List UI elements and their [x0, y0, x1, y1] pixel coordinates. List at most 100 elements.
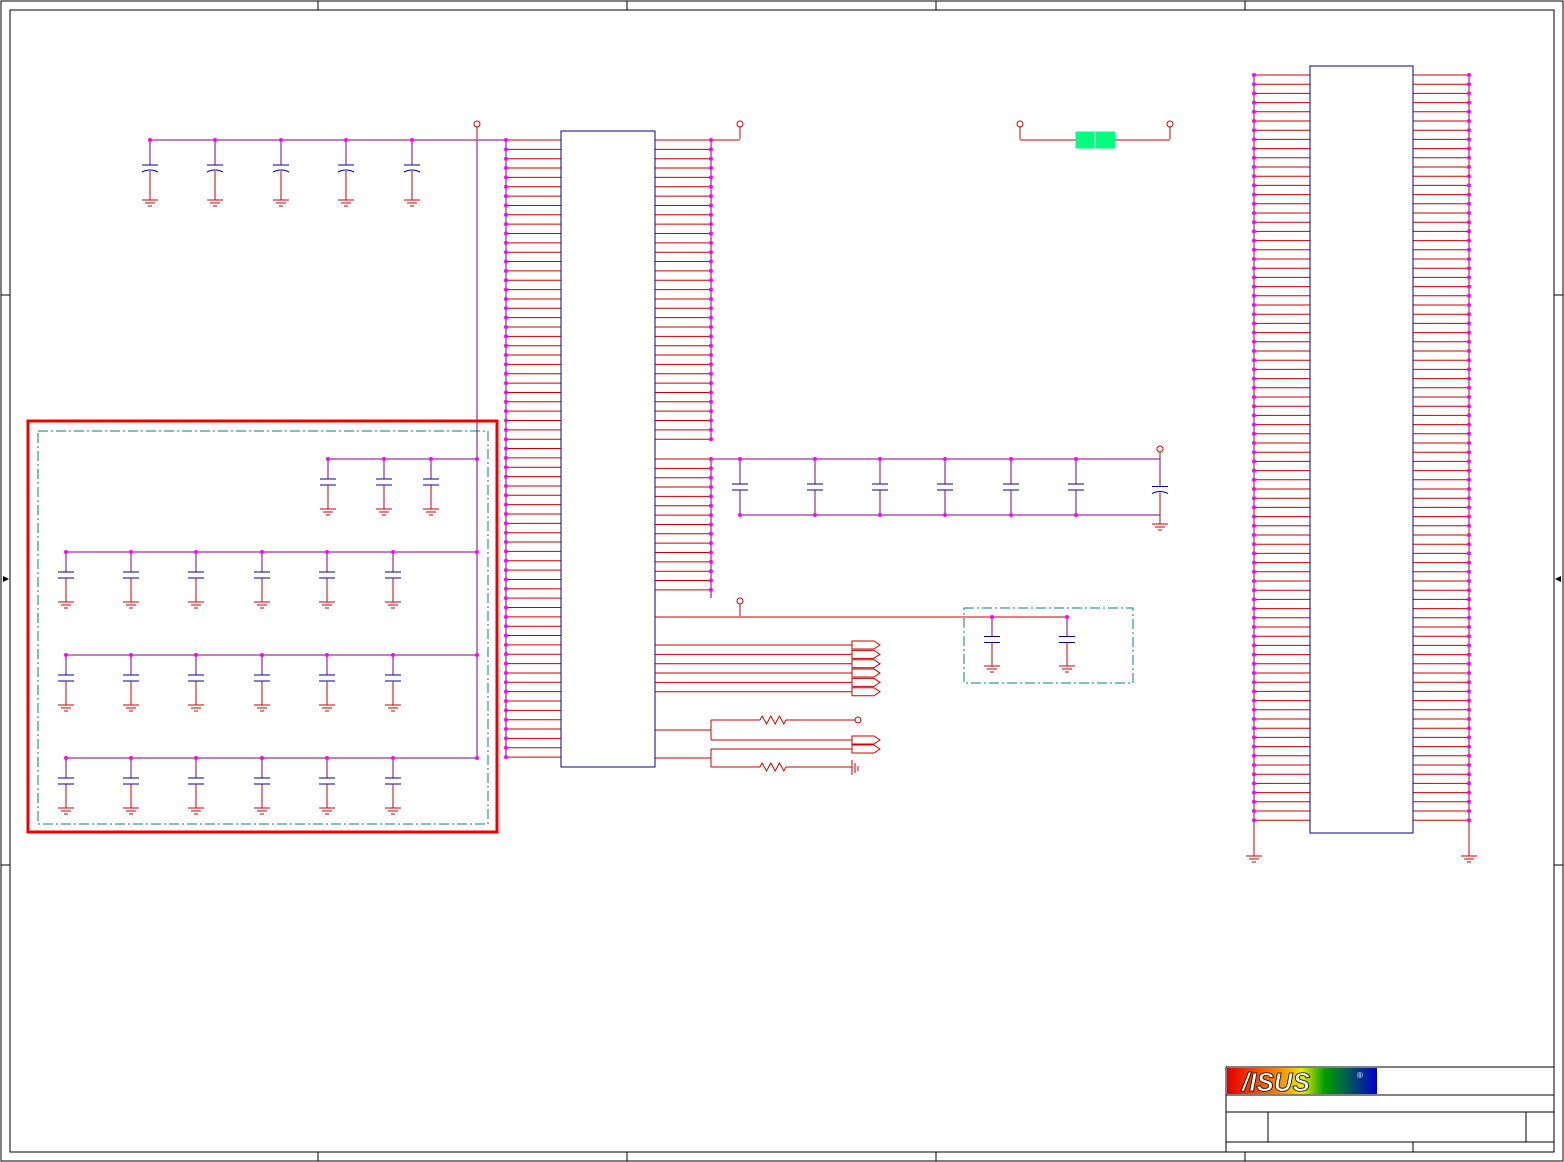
junction-dot: [709, 334, 713, 339]
junction-dot: [1467, 753, 1471, 758]
junction-dot: [709, 550, 713, 555]
junction-dot: [1467, 459, 1471, 464]
junction-dot: [1252, 744, 1256, 749]
junction-dot: [504, 166, 508, 171]
port-ring: [1016, 120, 1024, 128]
junction-dot: [504, 558, 508, 563]
off-page-connector-icon: [851, 735, 881, 745]
junction-dot: [1252, 717, 1256, 721]
junction-dot: [1467, 606, 1471, 611]
junction-dot: [504, 614, 508, 619]
junction-dot: [504, 680, 508, 685]
junction-dot: [1467, 385, 1471, 390]
junction-dot: [1467, 477, 1471, 482]
junction-dot: [1467, 588, 1471, 593]
junction-dot: [709, 541, 713, 546]
junction-dot: [1467, 339, 1471, 344]
junction-dot: [504, 652, 508, 657]
port-ring: [736, 120, 744, 128]
sheet-background: [0, 0, 1564, 1162]
junction-dot: [504, 670, 508, 675]
junction-dot: [1467, 275, 1471, 280]
junction-dot: [709, 513, 713, 518]
junction-dot: [504, 745, 508, 750]
junction-dot: [1252, 606, 1256, 611]
junction-dot: [1252, 137, 1256, 142]
junction-dot: [1467, 431, 1471, 436]
junction-dot: [1467, 680, 1471, 685]
junction-dot: [1467, 82, 1471, 87]
junction-dot: [1252, 422, 1256, 427]
junction-dot: [1252, 560, 1256, 565]
junction-dot: [1252, 229, 1256, 234]
junction-dot: [504, 642, 508, 647]
junction-dot: [1252, 523, 1256, 528]
junction-dot: [1467, 247, 1471, 252]
junction-dot: [709, 409, 713, 414]
junction-dot: [504, 334, 508, 339]
junction-dot: [194, 550, 198, 554]
junction-dot: [1252, 73, 1256, 77]
junction-dot: [475, 457, 479, 461]
junction-dot: [1467, 404, 1471, 409]
junction-dot: [1467, 119, 1471, 123]
junction-dot: [504, 493, 508, 498]
junction-dot: [709, 268, 713, 273]
junction-dot: [194, 756, 198, 760]
junction-dot: [391, 653, 395, 657]
junction-dot: [1252, 505, 1256, 510]
junction-dot: [1467, 468, 1471, 473]
junction-dot: [709, 147, 713, 152]
junction-dot: [1252, 496, 1256, 501]
junction-dot: [709, 587, 713, 592]
junction-dot: [1467, 100, 1471, 105]
junction-dot: [1467, 661, 1471, 666]
junction-dot: [1467, 634, 1471, 639]
junction-dot: [1252, 247, 1256, 252]
junction-dot: [504, 465, 508, 470]
junction-dot: [1467, 155, 1471, 160]
junction-dot: [709, 457, 713, 461]
junction-dot: [1252, 293, 1256, 298]
junction-dot: [709, 194, 713, 199]
junction-dot: [1252, 109, 1256, 114]
junction-dot: [504, 633, 508, 638]
junction-dot: [504, 296, 508, 301]
junction-dot: [943, 457, 947, 461]
junction-dot: [1467, 781, 1471, 786]
junction-dot: [1252, 588, 1256, 593]
junction-dot: [504, 231, 508, 236]
junction-dot: [709, 250, 713, 255]
junction-dot: [1252, 330, 1256, 335]
junction-dot: [64, 550, 68, 554]
junction-dot: [1252, 367, 1256, 372]
junction-dot: [709, 371, 713, 376]
junction-dot: [709, 325, 713, 329]
junction-dot: [1252, 91, 1256, 96]
junction-dot: [709, 306, 713, 311]
junction-dot: [504, 222, 508, 227]
junction-dot: [1252, 146, 1256, 151]
junction-dot: [504, 624, 508, 629]
junction-dot: [504, 418, 508, 423]
junction-dot: [1252, 174, 1256, 179]
junction-dot: [1252, 818, 1256, 823]
junction-dot: [709, 240, 713, 245]
junction-dot: [1252, 155, 1256, 160]
junction-dot: [1252, 597, 1256, 602]
junction-dot: [709, 156, 713, 161]
junction-dot: [504, 483, 508, 488]
junction-dot: [1252, 211, 1256, 215]
junction-dot: [1252, 128, 1256, 133]
junction-dot: [709, 437, 713, 442]
junction-dot: [504, 184, 508, 189]
junction-dot: [709, 418, 713, 423]
junction-dot: [709, 231, 713, 236]
junction-dot: [504, 362, 508, 367]
junction-dot: [709, 212, 713, 217]
junction-dot: [504, 138, 508, 142]
junction-dot: [504, 381, 508, 386]
junction-dot: [504, 577, 508, 582]
junction-dot: [1467, 91, 1471, 96]
junction-dot: [1252, 266, 1256, 271]
